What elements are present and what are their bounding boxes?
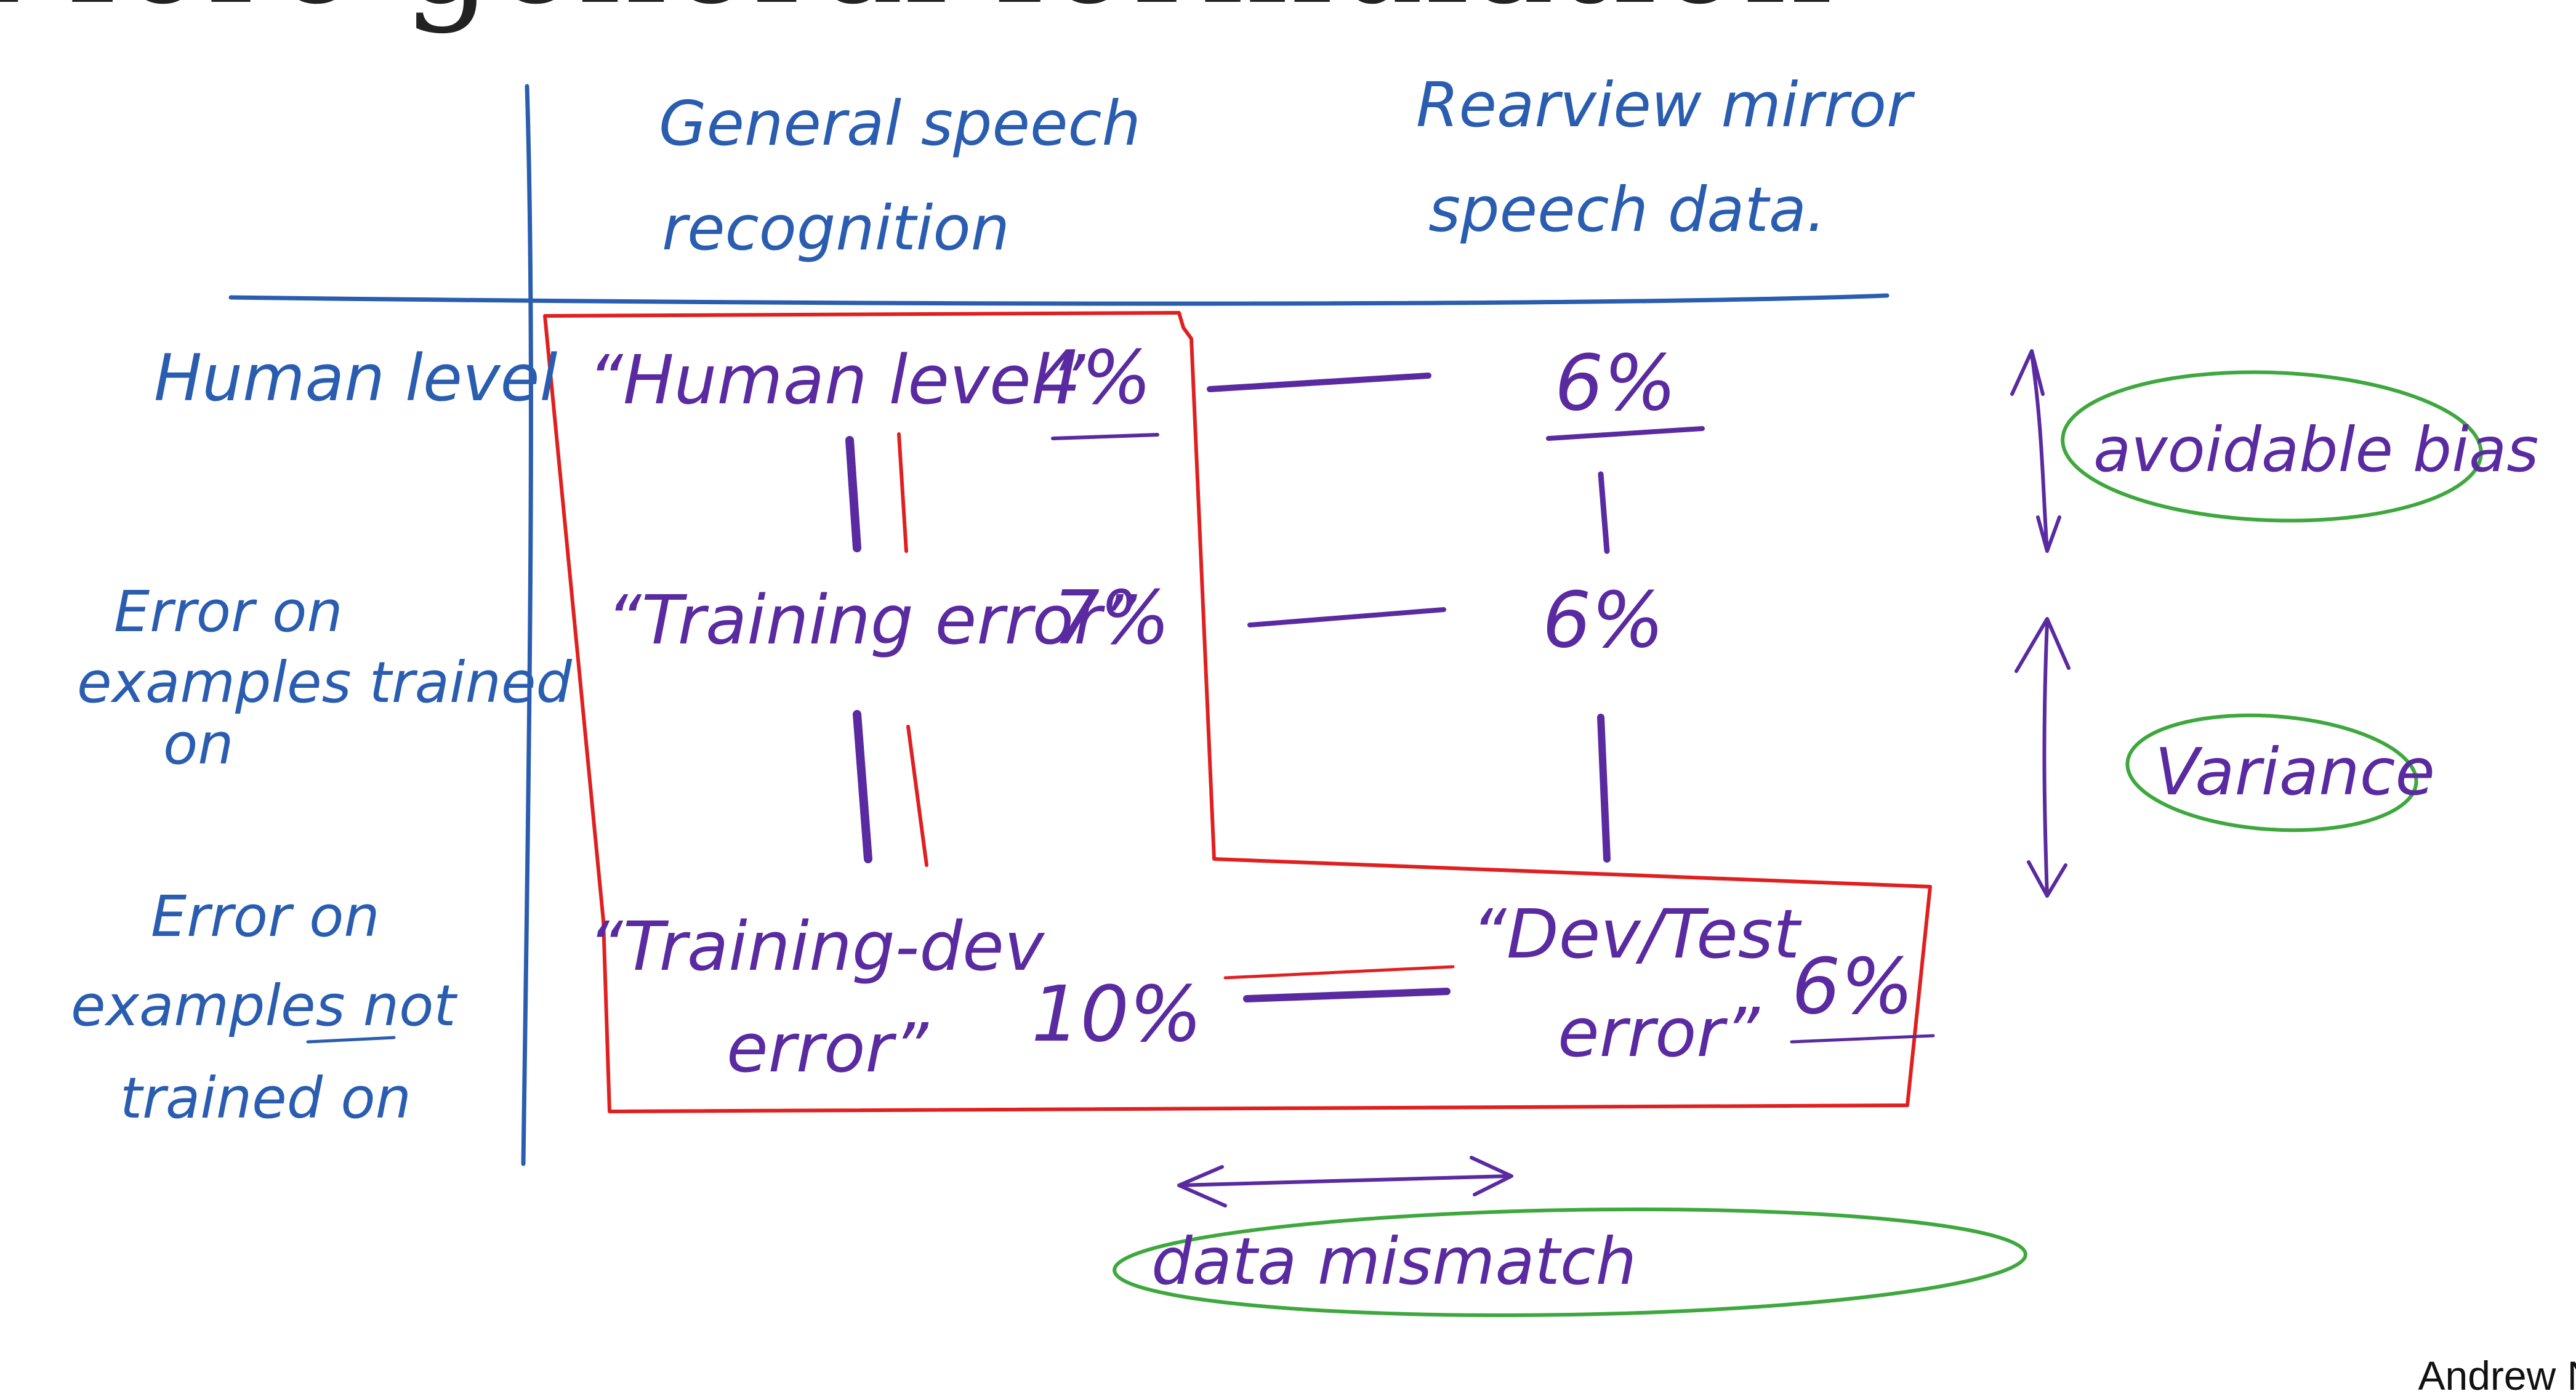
cell-rear-test-label: “Dev/Test error” <box>1471 895 1821 1072</box>
row-header-not-trained: Error on examples not trained on <box>71 884 474 1131</box>
cell-general-dev-label: “Training-dev error” <box>588 907 1066 1087</box>
cell-rear-test-value: 6% <box>1792 942 1914 1031</box>
equals-mark-red-1 <box>899 434 906 551</box>
cell-general-human-value: 4% <box>1034 336 1151 421</box>
vertical-divider <box>523 86 531 1164</box>
cell-rear-train-value: 6% <box>1542 576 1664 665</box>
row-link-train <box>1250 610 1444 625</box>
avoidable-bias-arrow <box>2012 351 2059 551</box>
error-analysis-diagram: General speech recognition Rearview mirr… <box>0 0 2576 1381</box>
equals-mark-purple-2 <box>857 714 868 859</box>
cell-general-human-label: “Human level” <box>588 341 1085 419</box>
avoidable-bias-label: avoidable bias <box>2093 414 2538 486</box>
column-header-general: General speech recognition <box>659 87 1161 264</box>
rear-mark-1 <box>1601 474 1607 551</box>
author-credit: Andrew Ng <box>2418 1352 2576 1399</box>
data-mismatch-arrow <box>1179 1158 1511 1206</box>
row-link-dev-red <box>1225 967 1453 978</box>
row-link-human <box>1210 376 1428 389</box>
horizontal-divider <box>231 296 1887 304</box>
column-header-rearview: Rearview mirror speech data. <box>1416 69 1931 246</box>
variance-arrow <box>2016 619 2069 896</box>
cell-general-dev-value: 10% <box>1031 970 1202 1059</box>
highlight-box <box>545 313 1930 1111</box>
underline-4-percent <box>1053 435 1157 438</box>
equals-mark-purple-1 <box>850 440 857 548</box>
cell-general-train-value: 7% <box>1053 576 1170 661</box>
row-header-human: Human level <box>154 341 558 416</box>
equals-mark-red-2 <box>908 727 927 865</box>
row-header-trained: Error on examples trained on <box>77 579 590 777</box>
underline-test-6-percent <box>1792 1036 1933 1042</box>
row-link-dev-purple <box>1247 991 1447 999</box>
variance-label: Variance <box>2155 735 2435 810</box>
rear-mark-2 <box>1601 717 1607 859</box>
cell-rear-human-value: 6% <box>1555 339 1676 428</box>
data-mismatch-label: data mismatch <box>1151 1224 1636 1299</box>
underline-6-percent <box>1548 429 1702 438</box>
